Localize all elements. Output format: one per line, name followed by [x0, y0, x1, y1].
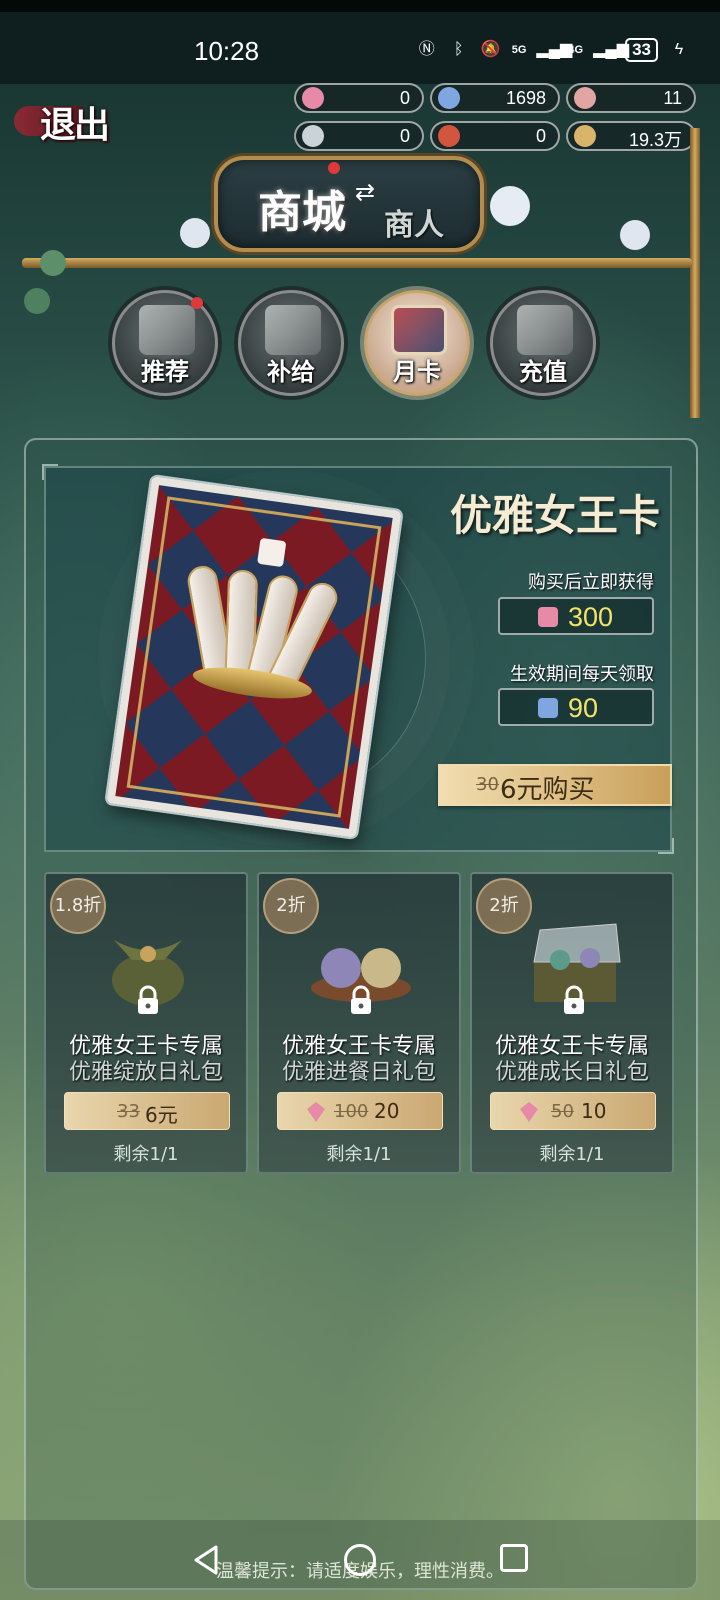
tab-label: 推荐 — [141, 357, 189, 386]
crown-cross-icon — [257, 537, 287, 568]
currency-value: 0 — [399, 88, 410, 108]
tab-recommend[interactable]: 推荐 — [112, 290, 218, 396]
pack-price: 20 — [374, 1099, 400, 1123]
gold-coins-icon — [574, 125, 596, 147]
currency-blue-crystal[interactable]: 1698 — [430, 83, 560, 113]
crystal-icon — [265, 305, 321, 355]
gift-pack-3[interactable]: 2折 优雅女王卡专属 优雅成长日礼包 50 10 剩余1/1 — [470, 872, 674, 1174]
gift-pack-2[interactable]: 2折 优雅女王卡专属 优雅进餐日礼包 100 20 剩余1/1 — [257, 872, 461, 1174]
signal-icon: ▂▄▆ — [536, 41, 573, 58]
pink-gem-icon — [519, 1101, 539, 1123]
pack-remaining: 剩余1/1 — [326, 1144, 392, 1165]
instant-reward-box: 300 — [498, 597, 654, 635]
tab-monthly-card[interactable]: 月卡 — [364, 290, 470, 396]
leaf-icon — [40, 250, 66, 276]
pink-gem-icon — [306, 1101, 326, 1123]
instant-reward-label: 购买后立即获得 — [528, 572, 654, 593]
pack-buy-button[interactable]: 50 10 — [490, 1092, 656, 1130]
red-star-icon — [438, 125, 460, 147]
pack-subtitle: 优雅进餐日礼包 — [281, 1060, 436, 1085]
clock: 10:28 — [194, 36, 260, 66]
nav-recent-icon[interactable] — [500, 1544, 528, 1572]
status-bar-edge — [0, 0, 720, 12]
sign-post — [690, 128, 700, 418]
lock-icon — [345, 984, 377, 1016]
currency-pink-scroll[interactable]: 11 — [566, 83, 696, 113]
white-rose-icon — [490, 186, 530, 226]
pink-gem-icon — [538, 607, 558, 627]
currency-pink-gem[interactable]: 0 — [294, 83, 424, 113]
pack-remaining: 剩余1/1 — [539, 1144, 605, 1165]
pack-buy-button[interactable]: 33 6元 — [64, 1092, 230, 1130]
pink-scroll-icon — [574, 87, 596, 109]
chest-icon — [139, 305, 195, 355]
card-title: 优雅女王卡 — [449, 491, 660, 540]
charging-icon: ϟ — [674, 41, 684, 58]
white-rose-icon — [180, 218, 210, 248]
pack-price: 10 — [581, 1099, 607, 1123]
pack-subtitle: 优雅成长日礼包 — [494, 1060, 649, 1085]
sign-bar — [22, 258, 692, 268]
blue-crystal-icon — [438, 87, 460, 109]
merchant-switch[interactable]: 商人 — [384, 200, 444, 244]
silver-button-icon — [302, 125, 324, 147]
tab-label: 补给 — [267, 357, 315, 386]
tab-label: 充值 — [519, 357, 567, 386]
blue-crystal-icon — [538, 698, 558, 718]
network-5g-label: 5G — [511, 44, 527, 56]
bluetooth-icon: ᛒ — [453, 41, 464, 58]
crown-card-icon — [391, 305, 447, 355]
signal-icon-2: ▂▄▆ — [593, 41, 630, 58]
gem-icon — [517, 305, 573, 355]
pack-subtitle: 优雅绽放日礼包 — [68, 1060, 223, 1085]
queen-card-image — [106, 476, 402, 838]
pack-buy-button[interactable]: 100 20 — [277, 1092, 443, 1130]
buy-button[interactable]: 30 6元购买 — [438, 764, 672, 806]
white-rose-icon — [620, 220, 650, 250]
instant-reward-value: 300 — [568, 602, 614, 632]
page-title[interactable]: 商城 — [258, 176, 346, 240]
tab-recharge[interactable]: 充值 — [490, 290, 596, 396]
mute-bell-icon: 🔕 — [480, 41, 501, 58]
pack-price: 6元 — [145, 1103, 178, 1127]
pink-gem-icon — [302, 87, 324, 109]
daily-reward-box: 90 — [498, 688, 654, 726]
buy-label: 6元购买 — [500, 775, 595, 805]
currency-value: 11 — [663, 88, 682, 108]
currency-value: 0 — [535, 126, 546, 146]
back-label: 退出 — [40, 104, 110, 146]
gift-pack-1[interactable]: 1.8折 优雅女王卡专属 优雅绽放日礼包 33 6元 剩余1/1 — [44, 872, 248, 1174]
nfc-icon: Ⓝ — [418, 41, 435, 58]
nav-home-icon[interactable] — [344, 1544, 376, 1576]
lock-icon — [558, 984, 590, 1016]
currency-value: 0 — [399, 126, 410, 146]
currency-gold-coins[interactable]: 19.3万 — [566, 121, 696, 151]
notification-dot — [328, 162, 340, 174]
leaf-icon — [24, 288, 50, 314]
currency-red-star[interactable]: 0 — [430, 121, 560, 151]
nav-back-icon[interactable] — [192, 1544, 220, 1576]
currency-silver-button[interactable]: 0 — [294, 121, 424, 151]
pack-old-price: 100 — [334, 1101, 369, 1122]
tab-supply[interactable]: 补给 — [238, 290, 344, 396]
pack-old-price: 33 — [117, 1101, 140, 1122]
original-price: 30 — [476, 774, 499, 795]
network-4g-label: 4G — [568, 44, 584, 56]
notification-dot — [191, 297, 203, 309]
currency-value: 19.3万 — [628, 130, 682, 150]
battery-level: 33 — [625, 38, 658, 62]
daily-reward-value: 90 — [568, 693, 599, 723]
currency-value: 1698 — [505, 88, 546, 108]
tab-label: 月卡 — [393, 357, 441, 386]
back-button[interactable]: 退出 — [10, 94, 130, 146]
status-bar: 10:28 Ⓝ ᛒ 🔕 5G ▂▄▆ 4G ▂▄▆ 33 ϟ — [0, 0, 720, 84]
switch-arrow-icon: ⇄ — [355, 178, 376, 206]
lock-icon — [132, 984, 164, 1016]
daily-reward-label: 生效期间每天领取 — [510, 664, 654, 685]
pack-old-price: 50 — [551, 1101, 574, 1122]
pack-remaining: 剩余1/1 — [113, 1144, 179, 1165]
system-icons: Ⓝ ᛒ 🔕 5G ▂▄▆ 4G ▂▄▆ 33 ϟ — [416, 38, 690, 62]
